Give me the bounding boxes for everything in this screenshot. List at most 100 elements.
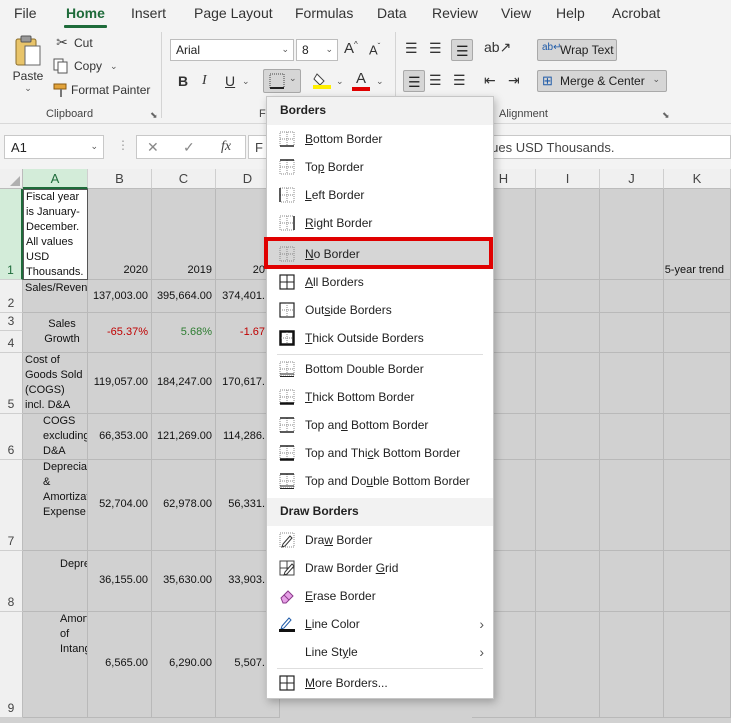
format-painter-button[interactable]: Format Painter (53, 82, 150, 98)
row-header-9[interactable]: 9 (0, 612, 23, 718)
cell-j1[interactable] (600, 189, 664, 280)
borders-button[interactable]: ⌄ (263, 69, 301, 93)
cell-i6[interactable] (536, 414, 600, 460)
cell-k7[interactable] (664, 460, 731, 551)
menu-item-thick-outside-borders[interactable]: Thick Outside Borders (267, 324, 493, 352)
cell-k2[interactable] (664, 280, 731, 313)
cell-i1[interactable] (536, 189, 600, 280)
cut-button[interactable]: ✂ Cut (53, 34, 93, 51)
menu-item-top-and-thick-bottom-border[interactable]: Top and Thick Bottom Border (267, 439, 493, 467)
menu-item-bottom-border[interactable]: Bottom Border (267, 125, 493, 153)
row-header-8[interactable]: 8 (0, 551, 23, 612)
paste-button[interactable]: Paste ⌄ (10, 34, 46, 94)
insert-function-icon[interactable]: fx (221, 139, 231, 155)
cell-i9[interactable] (536, 612, 600, 718)
column-header-k[interactable]: K (664, 169, 731, 189)
cell-a6[interactable]: COGS excluding D&A (23, 414, 88, 460)
cell-a9[interactable]: Amortization of Intangibles (23, 612, 88, 718)
cell-c6[interactable]: 121,269.00 (152, 414, 216, 460)
cell-j3[interactable] (600, 313, 664, 353)
tab-view[interactable]: View (501, 5, 531, 21)
cell-c7[interactable]: 62,978.00 (152, 460, 216, 551)
menu-item-right-border[interactable]: Right Border (267, 209, 493, 237)
menu-item-thick-bottom-border[interactable]: Thick Bottom Border (267, 383, 493, 411)
row-header-3[interactable]: 3 (0, 313, 23, 331)
cell-b3[interactable]: -65.37% (88, 313, 152, 353)
align-right-icon[interactable]: ☰ (453, 72, 466, 89)
chevron-down-icon[interactable]: ⌄ (376, 76, 384, 87)
row-header-6[interactable]: 6 (0, 414, 23, 460)
wrap-text-button[interactable]: ab↵ Wrap Text (537, 39, 617, 61)
cell-k5[interactable] (664, 353, 731, 414)
menu-item-bottom-double-border[interactable]: Bottom Double Border (267, 355, 493, 383)
cell-b2[interactable]: 137,003.00 (88, 280, 152, 313)
menu-item-line-style[interactable]: Line Style › (267, 638, 493, 666)
align-center-icon[interactable]: ☰ (429, 72, 442, 89)
cell-b5[interactable]: 119,057.00 (88, 353, 152, 414)
align-bottom-button[interactable]: ☰ (451, 39, 473, 61)
cell-j9[interactable] (600, 612, 664, 718)
cell-a7[interactable]: Depreciation & Amortization Expense (23, 460, 88, 551)
tab-help[interactable]: Help (556, 5, 585, 21)
menu-item-left-border[interactable]: Left Border (267, 181, 493, 209)
cell-b8[interactable]: 36,155.00 (88, 551, 152, 612)
cell-a2[interactable]: Sales/Revenue (23, 280, 88, 313)
cell-i5[interactable] (536, 353, 600, 414)
cell-a1[interactable]: Fiscal year is January-December. All val… (23, 189, 88, 280)
column-header-c[interactable]: C (152, 169, 216, 189)
cell-c3[interactable]: 5.68% (152, 313, 216, 353)
cell-j7[interactable] (600, 460, 664, 551)
font-size-select[interactable]: 8 ⌄ (296, 39, 338, 61)
chevron-down-icon[interactable]: ⌄ (242, 76, 250, 87)
font-name-select[interactable]: Arial ⌄ (170, 39, 294, 61)
cell-j6[interactable] (600, 414, 664, 460)
cell-a8[interactable]: Depreciation (23, 551, 88, 612)
cell-j2[interactable] (600, 280, 664, 313)
menu-item-top-and-bottom-border[interactable]: Top and Bottom Border (267, 411, 493, 439)
cell-a5[interactable]: Cost of Goods Sold (COGS) incl. D&A (23, 353, 88, 414)
menu-item-top-border[interactable]: Top Border (267, 153, 493, 181)
menu-item-draw-border-grid[interactable]: Draw Border Grid (267, 554, 493, 582)
decrease-indent-icon[interactable]: ⇤ (484, 72, 496, 89)
cell-c8[interactable]: 35,630.00 (152, 551, 216, 612)
name-box[interactable]: A1 ⌄ (4, 135, 104, 159)
cell-k1[interactable]: 5-year trend (664, 189, 731, 280)
cell-a3[interactable]: Sales Growth (23, 313, 88, 353)
row-header-4[interactable]: 4 (0, 331, 23, 353)
column-header-b[interactable]: B (88, 169, 152, 189)
column-header-a[interactable]: A (23, 169, 88, 189)
row-header-7[interactable]: 7 (0, 460, 23, 551)
cell-j8[interactable] (600, 551, 664, 612)
cell-b7[interactable]: 52,704.00 (88, 460, 152, 551)
align-left-button[interactable]: ☰ (403, 70, 425, 92)
cell-k6[interactable] (664, 414, 731, 460)
cell-i2[interactable] (536, 280, 600, 313)
dialog-launcher-icon[interactable]: ⬊ (662, 110, 670, 121)
tab-review[interactable]: Review (432, 5, 478, 21)
row-header-5[interactable]: 5 (0, 353, 23, 414)
cell-b6[interactable]: 66,353.00 (88, 414, 152, 460)
dialog-launcher-icon[interactable]: ⬊ (150, 110, 158, 121)
enter-icon[interactable]: ✓ (183, 139, 195, 156)
cell-k8[interactable] (664, 551, 731, 612)
bold-button[interactable]: B (178, 73, 188, 89)
cell-k9[interactable] (664, 612, 731, 718)
menu-item-erase-border[interactable]: Erase Border (267, 582, 493, 610)
tab-insert[interactable]: Insert (131, 5, 166, 21)
cell-c5[interactable]: 184,247.00 (152, 353, 216, 414)
tab-formulas[interactable]: Formulas (295, 5, 353, 21)
cell-c9[interactable]: 6,290.00 (152, 612, 216, 718)
cancel-icon[interactable]: ✕ (147, 139, 159, 156)
column-header-j[interactable]: J (600, 169, 664, 189)
menu-item-all-borders[interactable]: All Borders (267, 268, 493, 296)
orientation-icon[interactable]: ab↗ (484, 39, 511, 56)
italic-button[interactable]: I (202, 73, 207, 89)
merge-center-button[interactable]: ⊞ Merge & Center ⌄ (537, 70, 667, 92)
column-header-i[interactable]: I (536, 169, 600, 189)
cell-i8[interactable] (536, 551, 600, 612)
cell-b9[interactable]: 6,565.00 (88, 612, 152, 718)
tab-file[interactable]: File (14, 5, 37, 21)
cell-i3[interactable] (536, 313, 600, 353)
cell-c2[interactable]: 395,664.00 (152, 280, 216, 313)
tab-home[interactable]: Home (64, 5, 107, 28)
